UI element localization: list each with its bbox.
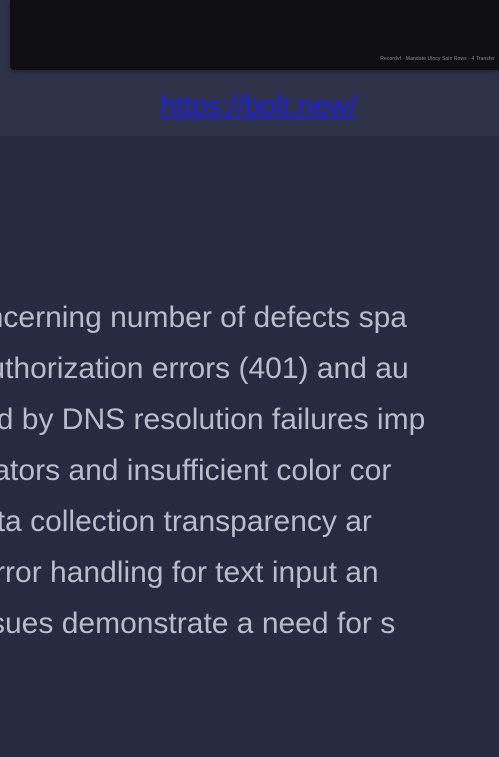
document-page: Recordvf · Mandate Ulocy Sain Rows · 4 T… <box>0 0 499 757</box>
text-line: unded by DNS resolution failures imp <box>0 403 426 436</box>
text-line: Indicators and insufficient color cor <box>0 454 392 487</box>
body-paragraph: a concerning number of defects spa ng au… <box>0 292 425 649</box>
screenshot-caption: Recordvf · Mandate Ulocy Sain Rows · 4 T… <box>380 56 495 62</box>
text-line: of data collection transparency ar <box>0 505 372 538</box>
text-line: ss issues demonstrate a need for s <box>0 607 396 640</box>
bolt-link[interactable]: https://bolt.new/ <box>0 90 499 122</box>
text-line: ng authorization errors (401) and au <box>0 352 409 385</box>
top-band: Recordvf · Mandate Ulocy Sain Rows · 4 T… <box>0 0 499 136</box>
text-line: ing error handling for text input an <box>0 556 379 589</box>
text-line: a concerning number of defects spa <box>0 301 407 334</box>
embedded-screenshot: Recordvf · Mandate Ulocy Sain Rows · 4 T… <box>10 0 499 70</box>
